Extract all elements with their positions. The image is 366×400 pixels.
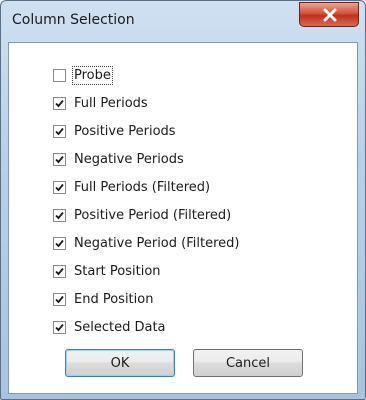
checkmark-icon xyxy=(55,295,64,303)
start-position-checkbox[interactable] xyxy=(53,264,66,278)
option-label: End Position xyxy=(74,291,154,307)
negative-periods-checkbox[interactable] xyxy=(53,152,66,166)
option-probe[interactable]: Probe xyxy=(53,61,239,89)
option-label: Probe xyxy=(72,65,113,85)
option-negative-period-filtered[interactable]: Negative Period (Filtered) xyxy=(53,229,239,257)
option-label: Selected Data xyxy=(74,319,166,335)
checkmark-icon xyxy=(55,127,64,135)
option-full-periods[interactable]: Full Periods xyxy=(53,89,239,117)
option-positive-periods[interactable]: Positive Periods xyxy=(53,117,239,145)
close-button[interactable] xyxy=(299,2,359,27)
dialog-content: Probe Full Periods Positive Periods Nega… xyxy=(8,42,358,394)
title-bar[interactable]: Column Selection xyxy=(1,1,365,45)
full-periods-filtered-checkbox[interactable] xyxy=(53,180,66,194)
option-label: Negative Period (Filtered) xyxy=(74,235,240,251)
negative-period-filtered-checkbox[interactable] xyxy=(53,236,66,250)
full-periods-checkbox[interactable] xyxy=(53,96,66,110)
option-label: Negative Periods xyxy=(74,151,184,167)
checkmark-icon xyxy=(55,239,64,247)
end-position-checkbox[interactable] xyxy=(53,292,66,306)
window-title: Column Selection xyxy=(12,12,135,28)
close-icon xyxy=(323,8,337,22)
positive-period-filtered-checkbox[interactable] xyxy=(53,208,66,222)
checkmark-icon xyxy=(55,323,64,331)
option-positive-period-filtered[interactable]: Positive Period (Filtered) xyxy=(53,201,239,229)
option-label: Full Periods (Filtered) xyxy=(74,179,211,195)
cancel-button[interactable]: Cancel xyxy=(193,349,303,377)
option-start-position[interactable]: Start Position xyxy=(53,257,239,285)
option-end-position[interactable]: End Position xyxy=(53,285,239,313)
option-full-periods-filtered[interactable]: Full Periods (Filtered) xyxy=(53,173,239,201)
option-label: Full Periods xyxy=(74,95,148,111)
checkmark-icon xyxy=(55,155,64,163)
option-selected-data[interactable]: Selected Data xyxy=(53,313,239,341)
option-label: Start Position xyxy=(74,263,161,279)
selected-data-checkbox[interactable] xyxy=(53,320,66,334)
column-options-list: Probe Full Periods Positive Periods Nega… xyxy=(53,61,239,341)
checkmark-icon xyxy=(55,211,64,219)
option-label: Positive Periods xyxy=(74,123,176,139)
probe-checkbox[interactable] xyxy=(53,68,66,82)
column-selection-dialog: Column Selection Probe Full Periods Posi… xyxy=(0,0,366,400)
checkmark-icon xyxy=(55,183,64,191)
option-label: Positive Period (Filtered) xyxy=(74,207,232,223)
checkmark-icon xyxy=(55,99,64,107)
ok-button[interactable]: OK xyxy=(65,349,175,377)
option-negative-periods[interactable]: Negative Periods xyxy=(53,145,239,173)
positive-periods-checkbox[interactable] xyxy=(53,124,66,138)
checkmark-icon xyxy=(55,267,64,275)
